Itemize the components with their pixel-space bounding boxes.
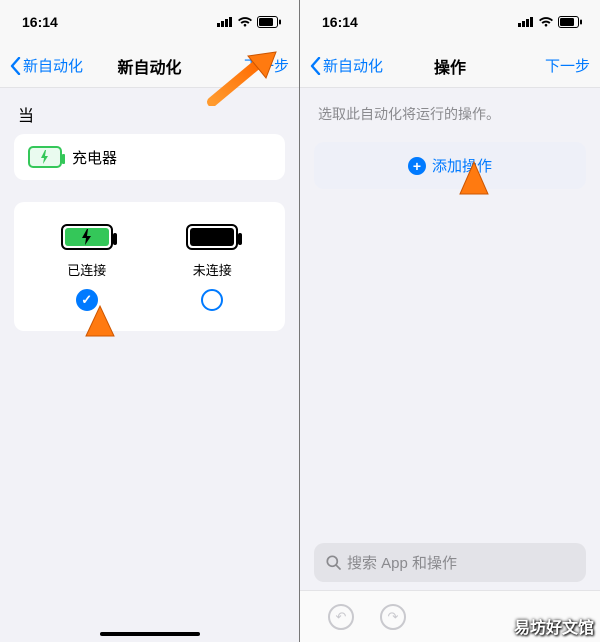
status-right [217, 16, 281, 28]
section-label-when: 当 [18, 102, 281, 126]
back-button[interactable]: 新自动化 [310, 55, 383, 76]
chevron-left-icon [10, 57, 21, 75]
option-disconnected-label: 未连接 [193, 260, 232, 279]
signal-icon [217, 17, 233, 27]
undo-button[interactable]: ↶ [328, 604, 354, 630]
content-area: 当 充电器 已连接 未连 [0, 88, 299, 642]
status-time: 16:14 [322, 14, 358, 30]
next-button[interactable]: 下一步 [244, 55, 289, 76]
content-area: 选取此自动化将运行的操作。 + 添加操作 搜索 App 和操作 [300, 88, 600, 642]
search-placeholder: 搜索 App 和操作 [347, 552, 457, 573]
back-label: 新自动化 [23, 55, 83, 76]
trigger-card-charger[interactable]: 充电器 [14, 134, 285, 180]
battery-connected-icon [61, 224, 113, 250]
chevron-left-icon [310, 57, 321, 75]
radio-disconnected[interactable] [201, 289, 223, 311]
battery-icon [257, 16, 281, 28]
phone-right: 16:14 新自动化 操作 下一步 选取此自动化将运行的操作。 + 添加操作 [300, 0, 600, 642]
search-icon [326, 555, 341, 570]
status-bar: 16:14 [0, 0, 299, 44]
status-bar: 16:14 [300, 0, 600, 44]
search-input[interactable]: 搜索 App 和操作 [314, 543, 586, 582]
back-button[interactable]: 新自动化 [10, 55, 83, 76]
plus-icon: + [408, 157, 426, 175]
battery-disconnected-icon [186, 224, 238, 250]
options-card: 已连接 未连接 [14, 202, 285, 331]
charger-icon [28, 146, 62, 168]
add-action-label: 添加操作 [432, 155, 492, 176]
wifi-icon [538, 16, 554, 28]
watermark: 易坊好文馆 [514, 614, 594, 638]
option-disconnected[interactable]: 未连接 [150, 224, 276, 311]
next-button[interactable]: 下一步 [545, 55, 590, 76]
option-connected[interactable]: 已连接 [24, 224, 150, 311]
status-right [518, 16, 582, 28]
add-action-button[interactable]: + 添加操作 [314, 142, 586, 189]
radio-connected[interactable] [76, 289, 98, 311]
battery-icon [558, 16, 582, 28]
wifi-icon [237, 16, 253, 28]
nav-bar: 新自动化 操作 下一步 [300, 44, 600, 88]
phone-left: 16:14 新自动化 新自动化 下一步 当 充电器 [0, 0, 300, 642]
nav-bar: 新自动化 新自动化 下一步 [0, 44, 299, 88]
trigger-label: 充电器 [72, 147, 117, 168]
option-connected-label: 已连接 [67, 260, 106, 279]
home-indicator [100, 632, 200, 636]
signal-icon [518, 17, 534, 27]
hint-text: 选取此自动化将运行的操作。 [318, 104, 582, 124]
back-label: 新自动化 [323, 55, 383, 76]
redo-button[interactable]: ↷ [380, 604, 406, 630]
status-time: 16:14 [22, 14, 58, 30]
